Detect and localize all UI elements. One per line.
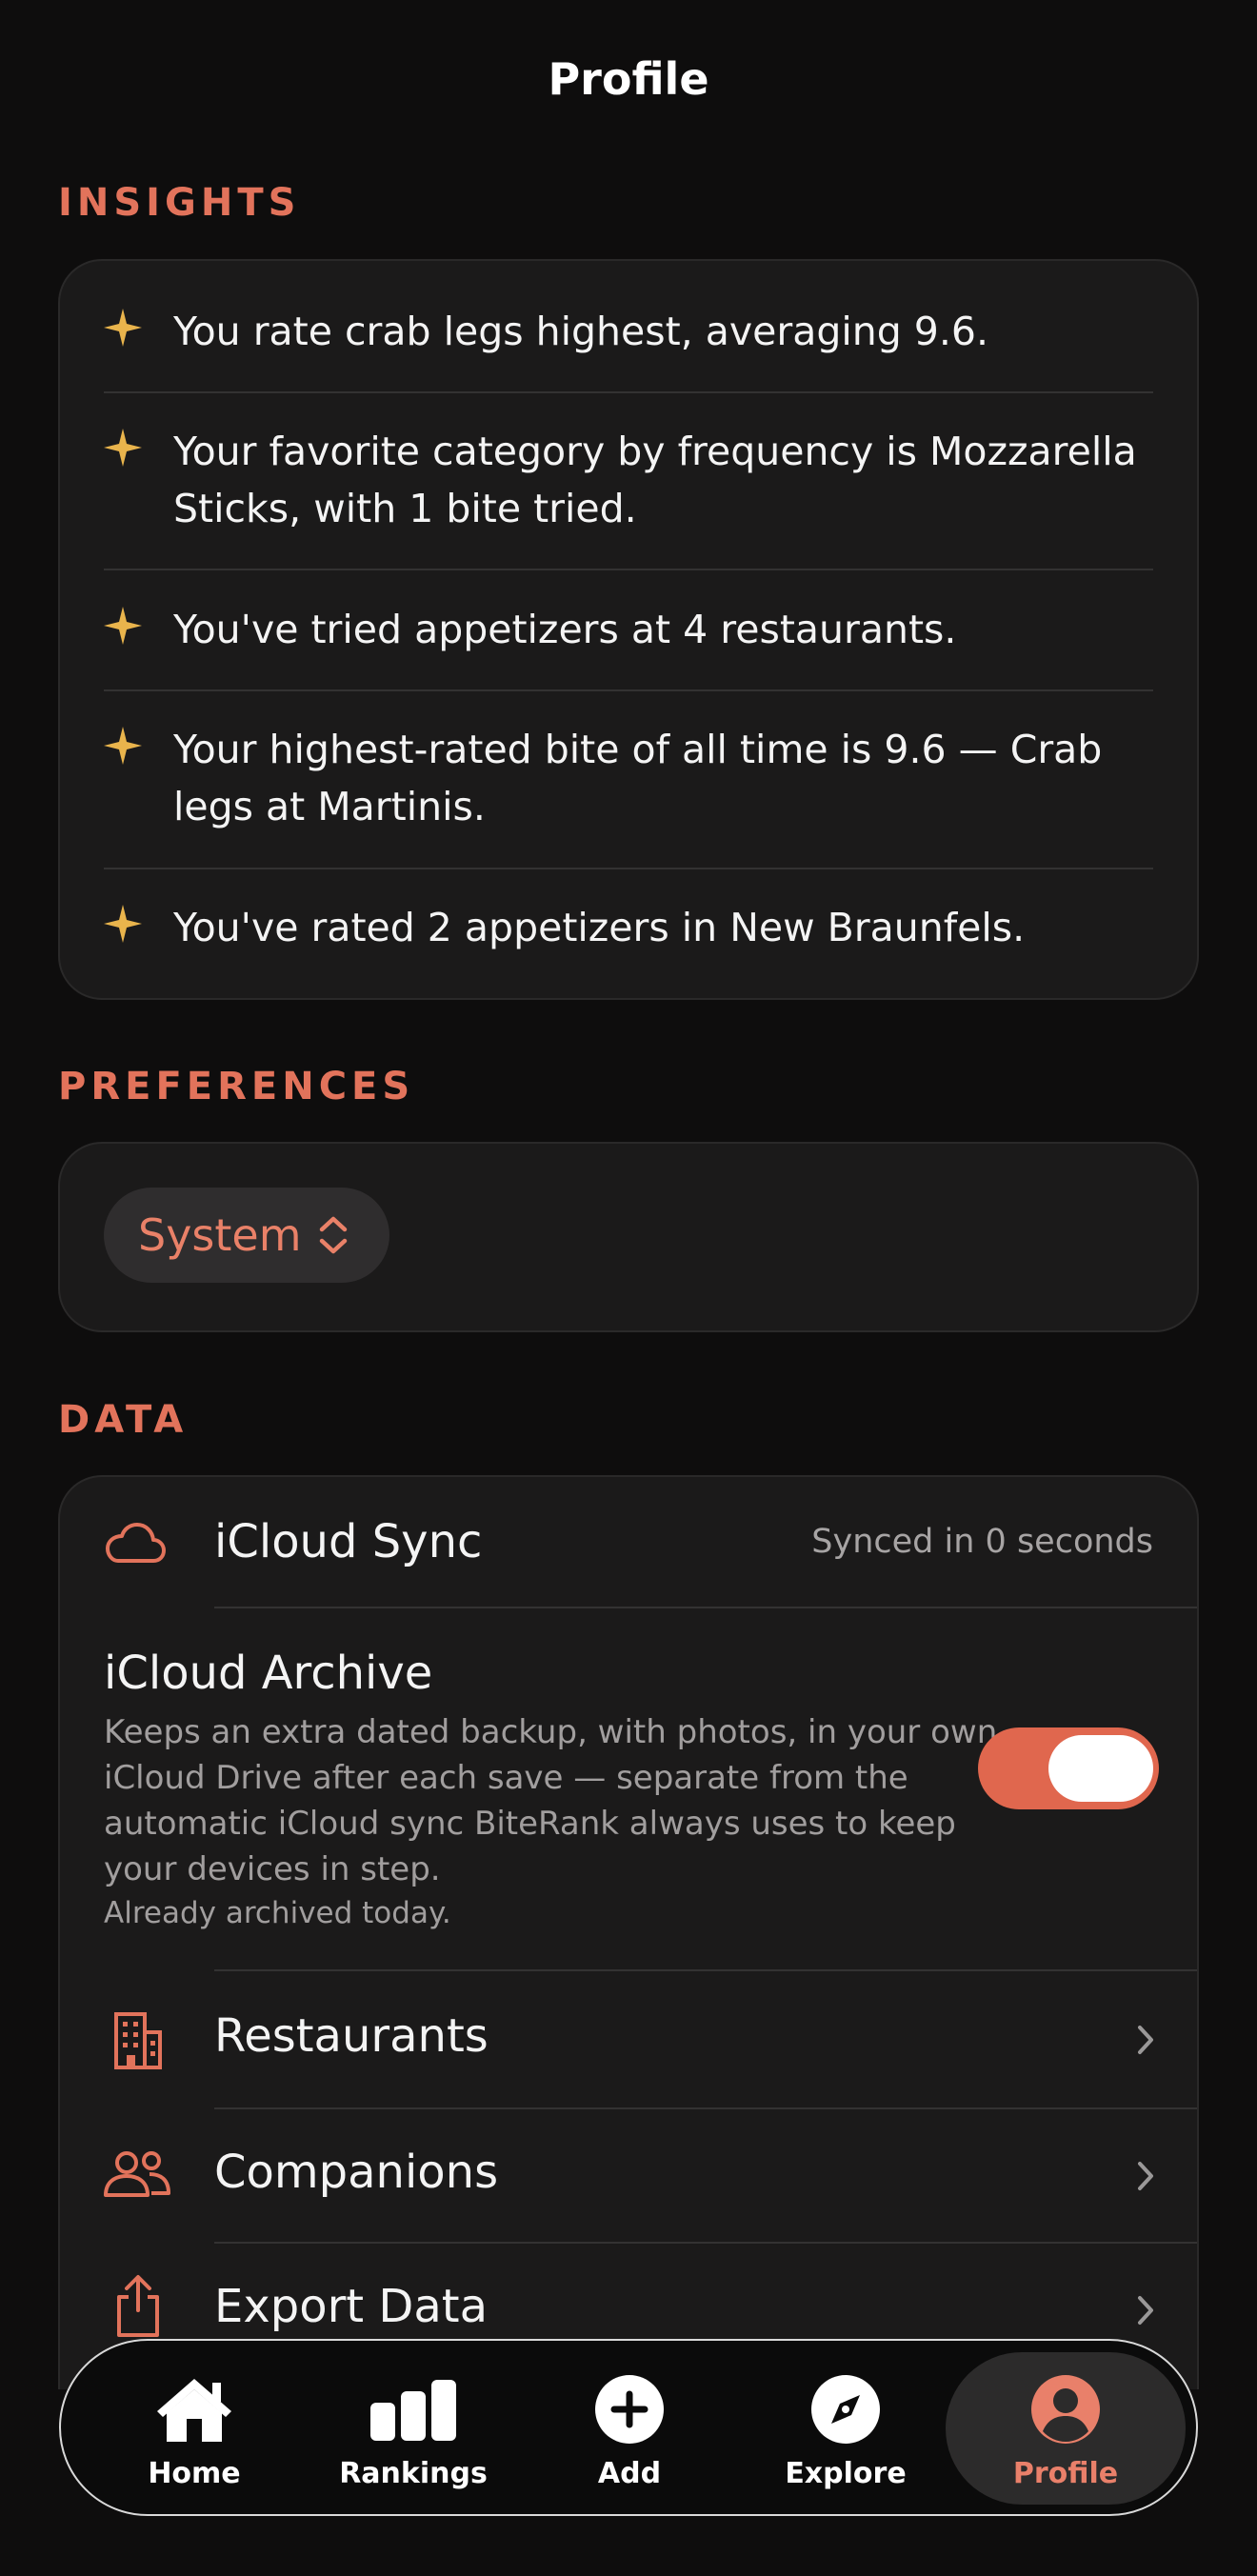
icloud-sync-status: Synced in 0 seconds [811,1523,1153,1561]
insight-text: You rate crab legs highest, averaging 9.… [173,309,989,354]
insights-card: You rate crab legs highest, averaging 9.… [58,259,1199,1000]
insight-text: You've rated 2 appetizers in New Braunfe… [173,905,1026,950]
companions-row[interactable]: Companions [60,2109,1197,2242]
preferences-heading: PREFERENCES [58,1065,415,1108]
tab-label: Home [148,2457,241,2490]
insight-item: You rate crab legs highest, averaging 9.… [104,303,1153,360]
restaurants-label: Restaurants [214,2009,489,2063]
icloud-archive-note: Already archived today. [104,1896,451,1930]
house-icon [157,2379,231,2442]
tab-home[interactable]: Home [85,2341,304,2514]
insights-heading: INSIGHTS [58,181,301,225]
chevron-right-icon [1138,2162,1153,2190]
sparkle-icon [104,607,142,645]
insight-item: You've tried appetizers at 4 restaurants… [104,601,1153,658]
insight-item: Your highest-rated bite of all time is 9… [104,721,1153,835]
person-circle-icon [1031,2375,1100,2444]
data-heading: DATA [58,1398,189,1442]
divider [104,569,1153,570]
companions-label: Companions [214,2146,499,2199]
tab-label: Profile [1012,2457,1119,2490]
plus-circle-icon [595,2375,664,2444]
preferences-card: System [58,1142,1199,1332]
sparkle-icon [104,309,142,347]
sparkle-icon [104,905,142,943]
icloud-archive-label: iCloud Archive [104,1647,433,1700]
tab-label: Explore [785,2457,907,2490]
appearance-value: System [138,1209,302,1261]
divider [104,689,1153,691]
restaurants-row[interactable]: Restaurants [60,1971,1197,2107]
people-icon [104,2151,170,2197]
page-title: Profile [548,53,709,105]
divider [104,391,1153,393]
insight-text: You've tried appetizers at 4 restaurants… [173,607,957,652]
insight-text: Your favorite category by frequency is M… [173,429,1137,531]
icloud-sync-label: iCloud Sync [214,1515,483,1568]
chevron-right-icon [1138,2296,1153,2325]
icloud-archive-description: Keeps an extra dated backup, with photos… [104,1713,998,1888]
data-card: iCloud Sync Synced in 0 seconds iCloud A… [58,1475,1199,2389]
insight-item: You've rated 2 appetizers in New Braunfe… [104,899,1153,956]
chevron-up-down-icon [319,1216,347,1254]
sparkle-icon [104,429,142,467]
tab-explore[interactable]: Explore [736,2341,955,2514]
tab-bar: Home Rankings Add Explore Profile [59,2339,1198,2516]
tab-add[interactable]: Add [520,2341,739,2514]
toggle-knob [1048,1735,1153,1802]
cloud-icon [106,1523,166,1563]
sparkle-icon [104,727,142,765]
tab-label: Add [597,2457,662,2490]
divider [104,868,1153,869]
export-data-label: Export Data [214,2280,488,2333]
icloud-sync-row[interactable]: iCloud Sync Synced in 0 seconds [60,1477,1197,1607]
share-icon [117,2275,159,2337]
compass-icon [811,2375,880,2444]
building-icon [114,2012,162,2069]
icloud-archive-toggle[interactable] [978,1727,1159,1809]
tab-rankings[interactable]: Rankings [304,2341,523,2514]
tab-profile[interactable]: Profile [956,2341,1175,2514]
chevron-right-icon [1138,2026,1153,2054]
insight-text: Your highest-rated bite of all time is 9… [173,727,1103,829]
insight-item: Your favorite category by frequency is M… [104,423,1153,537]
appearance-picker[interactable]: System [104,1188,389,1283]
bar-chart-icon [370,2380,456,2441]
tab-label: Rankings [339,2457,488,2490]
